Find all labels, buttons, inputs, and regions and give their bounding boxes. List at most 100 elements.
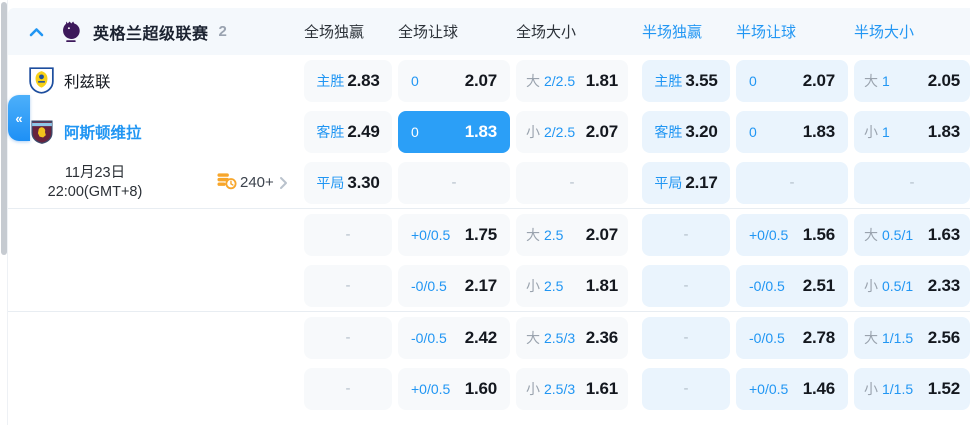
odds-cell-ft-ou[interactable]: 小 2/2.5 2.07 — [516, 110, 628, 153]
ou-line-group: 大 0.5/1 — [864, 225, 913, 245]
bet-type-label: 客胜 — [316, 123, 345, 140]
odds-rows-alt-2: - -0/0.5 2.42 大 2.5/3 2.36- -0/0.5 2.78 大 1/1.5 2.… — [304, 312, 970, 414]
ou-line-group: 小1 — [864, 122, 890, 142]
column-header-ft-ou: 全场大小 — [516, 24, 577, 41]
odds-cell-ft-ou[interactable]: 大 2/2.5 1.81 — [516, 59, 628, 102]
league-group: 英格兰超级联赛 2 全场独赢 全场让球 全场大小 半场独赢 半场让球 半场大小 — [8, 8, 970, 414]
odds-cell-ft-handicap[interactable]: -0/0.5 2.42 — [398, 316, 510, 359]
odds-row: - -0/0.5 2.42 大 2.5/3 2.36- -0/0.5 2.78 大 1/1.5 2.… — [304, 312, 970, 363]
odds-value: 2.42 — [464, 327, 497, 347]
sidebar-collapse-tab[interactable]: « — [8, 95, 30, 141]
column-header-ft-1x2: 全场独赢 — [304, 24, 365, 41]
odds-row: 平局 3.30- - 平局 2.17- - — [304, 157, 970, 208]
odds-value: 2.78 — [802, 327, 835, 347]
scrollbar-track[interactable] — [0, 0, 8, 425]
empty-cell-ft-1x2: - — [304, 367, 392, 410]
odds-value: 2.07 — [585, 224, 618, 244]
odds-cell-ht-handicap[interactable]: -0/0.5 2.51 — [736, 264, 848, 307]
odds-value: 1.81 — [585, 70, 618, 90]
odds-cell-ht-ou[interactable]: 小 0.5/1 2.33 — [854, 264, 970, 307]
over-under-label: 小 — [864, 380, 878, 397]
ou-line: 1 — [882, 72, 890, 89]
odds-row: - +0/0.5 1.75 大 2.5 2.07- +0/0.5 1.56 大 0.5/1 1.63 — [304, 209, 970, 260]
away-team-name: 阿斯顿维拉 — [64, 124, 142, 142]
odds-rows-main: 主胜 2.83 0 2.07 大 2/2.5 1.81 主胜 3.55 0 2.07 大 1 2.05 客胜… — [304, 55, 970, 208]
odds-cell-ht-handicap[interactable]: 0 1.83 — [736, 110, 848, 153]
match-meta-row: 11月23日 22:00(GMT+8) 240+ — [8, 157, 304, 208]
handicap-line: 0 — [411, 123, 419, 140]
empty-cell-ht-1x2: - — [642, 213, 730, 256]
ou-line-group: 小 2/2.5 — [526, 122, 575, 142]
ou-line-group: 大 2/2.5 — [526, 71, 575, 91]
odds-cell-ht-handicap[interactable]: 0 2.07 — [736, 59, 848, 102]
odds-row: 客胜 2.49 0 1.83 小 2/2.5 2.07 客胜 3.20 0 1.83 小 1 1.83 — [304, 106, 970, 157]
odds-value: 2.07 — [585, 121, 618, 141]
scrollbar-thumb[interactable] — [1, 2, 7, 255]
odds-cell-ft-ou[interactable]: 小 2.5/3 1.61 — [516, 367, 628, 410]
odds-cell-ht-ou[interactable]: 大 1 2.05 — [854, 59, 970, 102]
ou-line: 1 — [882, 123, 890, 140]
ou-line-group: 小 0.5/1 — [864, 276, 913, 296]
handicap-line: -0/0.5 — [411, 329, 447, 346]
odds-value: 1.75 — [464, 224, 497, 244]
odds-cell-ft-ou[interactable]: 小 2.5 1.81 — [516, 264, 628, 307]
empty-cell-ft-ou: - — [516, 161, 628, 204]
odds-value: 1.83 — [802, 121, 835, 141]
odds-cell-ht-1x2[interactable]: 平局 2.17 — [642, 161, 730, 204]
empty-cell-ft-handicap: - — [398, 161, 510, 204]
odds-cell-ht-1x2[interactable]: 主胜 3.55 — [642, 59, 730, 102]
odds-cell-ht-ou[interactable]: 大 0.5/1 1.63 — [854, 213, 970, 256]
odds-cell-ft-ou[interactable]: 大 2.5/3 2.36 — [516, 316, 628, 359]
odds-value: 1.46 — [802, 378, 835, 398]
odds-cell-ft-handicap[interactable]: 0 2.07 — [398, 59, 510, 102]
empty-cell-ft-1x2: - — [304, 264, 392, 307]
home-team[interactable]: 利兹联 — [8, 55, 304, 106]
odds-cell-ht-ou[interactable]: 大 1/1.5 2.56 — [854, 316, 970, 359]
odds-cell-ft-ou[interactable]: 大 2.5 2.07 — [516, 213, 628, 256]
ou-line: 2/2.5 — [544, 123, 576, 140]
ou-line: 2.5/3 — [544, 329, 576, 346]
column-header-ft-handicap: 全场让球 — [398, 24, 459, 41]
empty-cell-ft-1x2: - — [304, 213, 392, 256]
ou-line: 0.5/1 — [882, 226, 914, 243]
ou-line-group: 小 2.5 — [526, 276, 563, 296]
odds-rows-alt-1: - +0/0.5 1.75 大 2.5 2.07- +0/0.5 1.56 大 0.5/1 1.63… — [304, 209, 970, 311]
leeds-united-crest-icon — [28, 67, 55, 94]
odds-value: 1.52 — [927, 378, 960, 398]
odds-value: 3.30 — [347, 172, 380, 192]
odds-value: 2.49 — [347, 121, 380, 141]
match-info: 利兹联 阿斯顿维拉 11月23日 22:00(GMT+8) 240+ — [8, 55, 304, 208]
odds-cell-ht-handicap[interactable]: +0/0.5 1.46 — [736, 367, 848, 410]
odds-value: 1.56 — [802, 224, 835, 244]
league-header[interactable]: 英格兰超级联赛 2 全场独赢 全场让球 全场大小 半场独赢 半场让球 半场大小 — [8, 8, 970, 55]
bet-type-label: 平局 — [316, 174, 345, 191]
chevron-right-icon — [279, 176, 288, 190]
column-headers: 全场独赢 全场让球 全场大小 半场独赢 半场让球 半场大小 — [304, 21, 970, 42]
ou-line: 2.5 — [544, 277, 564, 294]
odds-value: 2.56 — [927, 327, 960, 347]
double-chevron-left-icon: « — [15, 110, 23, 126]
ou-line: 1/1.5 — [882, 380, 914, 397]
odds-cell-ft-1x2[interactable]: 平局 3.30 — [304, 161, 392, 204]
odds-cell-ht-handicap[interactable]: -0/0.5 2.78 — [736, 316, 848, 359]
odds-cell-ft-handicap[interactable]: -0/0.5 2.17 — [398, 264, 510, 307]
handicap-section-1: - +0/0.5 1.75 大 2.5 2.07- +0/0.5 1.56 大 0.5/1 1.63… — [8, 208, 970, 311]
more-markets-link[interactable]: 240+ — [216, 171, 288, 195]
ou-line: 1/1.5 — [882, 329, 914, 346]
handicap-line: 0 — [749, 72, 757, 89]
match-main-section: 利兹联 阿斯顿维拉 11月23日 22:00(GMT+8) 240+ 主胜 2.… — [8, 55, 970, 208]
odds-cell-ft-handicap[interactable]: +0/0.5 1.60 — [398, 367, 510, 410]
odds-cell-ht-1x2[interactable]: 客胜 3.20 — [642, 110, 730, 153]
odds-value: 2.51 — [802, 275, 835, 295]
chevron-up-icon[interactable] — [28, 25, 45, 39]
ou-line-group: 大 2.5/3 — [526, 328, 575, 348]
odds-cell-ht-ou[interactable]: 小 1/1.5 1.52 — [854, 367, 970, 410]
odds-cell-ft-handicap[interactable]: +0/0.5 1.75 — [398, 213, 510, 256]
odds-cell-ft-1x2[interactable]: 主胜 2.83 — [304, 59, 392, 102]
odds-cell-ht-handicap[interactable]: +0/0.5 1.56 — [736, 213, 848, 256]
odds-cell-ft-handicap[interactable]: 0 1.83 — [398, 110, 510, 153]
odds-cell-ft-1x2[interactable]: 客胜 2.49 — [304, 110, 392, 153]
odds-cell-ht-ou[interactable]: 小 1 1.83 — [854, 110, 970, 153]
away-team[interactable]: 阿斯顿维拉 — [8, 106, 304, 157]
ou-line-group: 大 1/1.5 — [864, 328, 913, 348]
